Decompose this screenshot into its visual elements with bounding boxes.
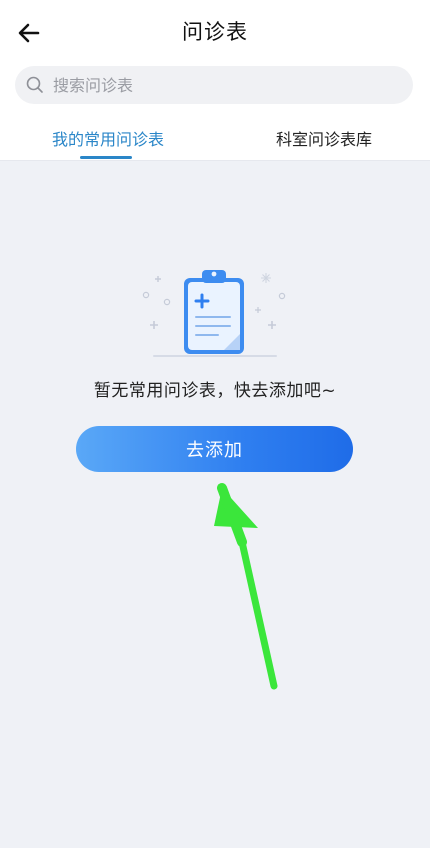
page-title: 问诊表: [182, 20, 248, 44]
app-screen: 问诊表 我的常用问诊表 科室问诊表库: [0, 0, 430, 848]
search-input[interactable]: [51, 74, 395, 96]
add-form-button[interactable]: 去添加: [76, 426, 353, 472]
clipboard-icon: [142, 270, 286, 357]
top-bar: 问诊表 我的常用问诊表 科室问诊表库: [0, 0, 430, 161]
search-icon: [26, 76, 43, 93]
empty-message: 暂无常用问诊表，快去添加吧~: [93, 381, 337, 401]
arrow-left-icon: [18, 23, 40, 43]
tab-my-forms[interactable]: 我的常用问诊表: [52, 126, 164, 150]
search-bar[interactable]: [15, 66, 413, 104]
tab-bar: 我的常用问诊表 科室问诊表库: [0, 112, 430, 161]
active-tab-indicator: [80, 156, 132, 159]
back-button[interactable]: [14, 18, 44, 48]
tab-department-library[interactable]: 科室问诊表库: [276, 126, 372, 150]
header: 问诊表: [0, 0, 430, 62]
green-arrow-annotation: [214, 483, 278, 690]
